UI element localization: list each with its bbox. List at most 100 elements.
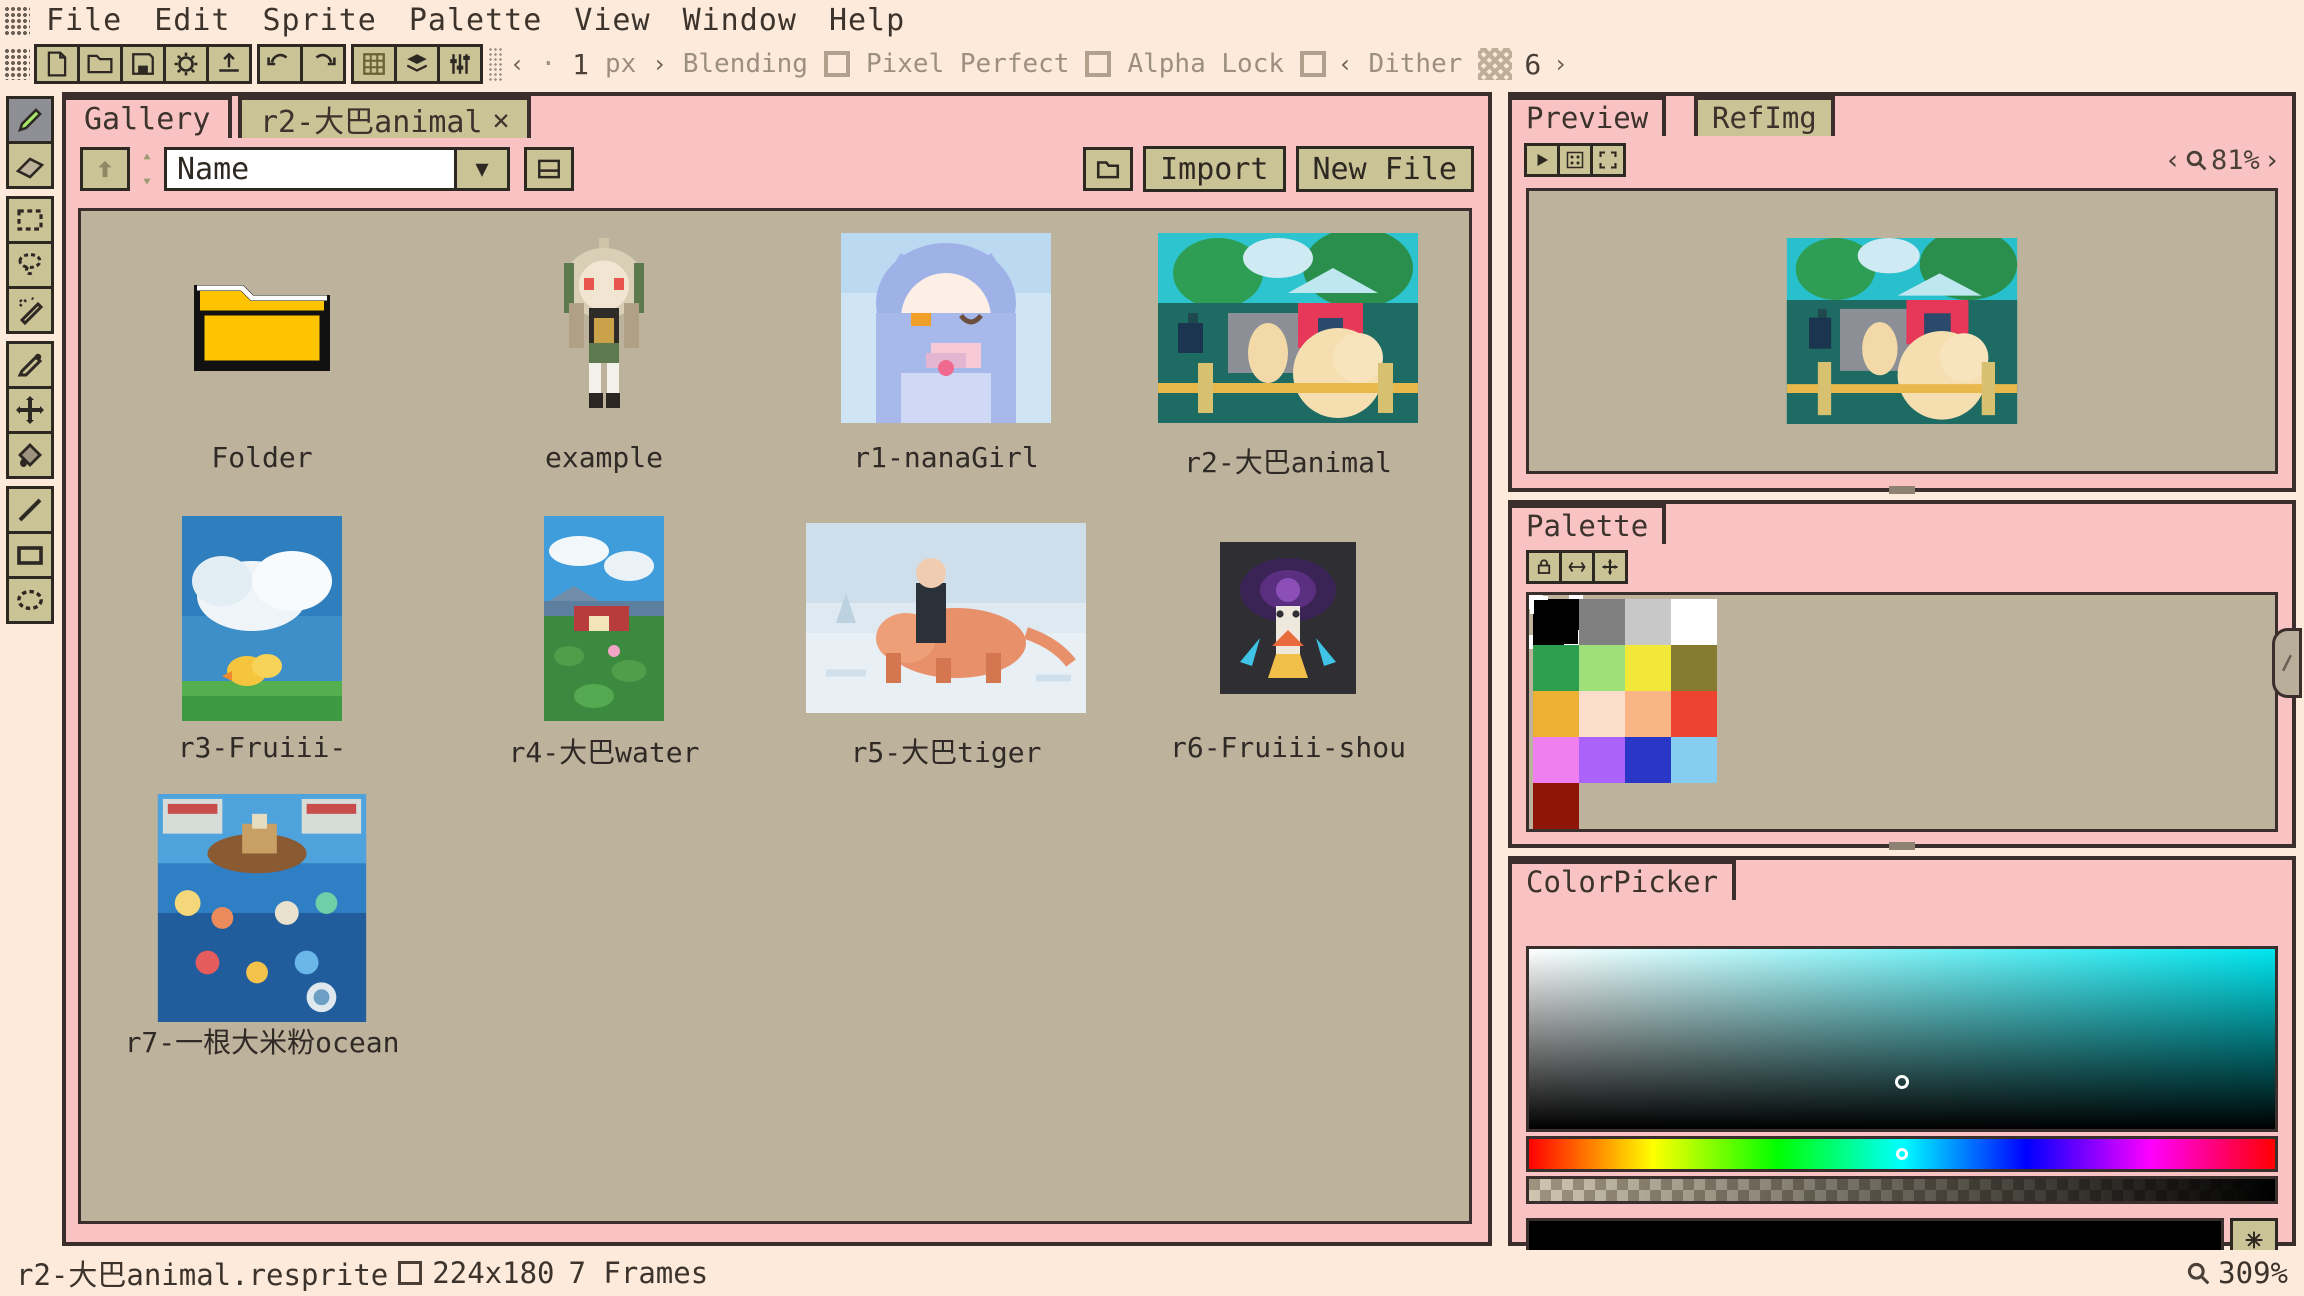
view-mode-button[interactable] — [524, 147, 574, 191]
menubar-grip[interactable] — [4, 6, 30, 36]
export-icon[interactable] — [206, 44, 252, 84]
lasso-select-tool[interactable] — [6, 241, 54, 289]
panel-collapse-handle[interactable] — [2272, 628, 2302, 698]
saturation-value-area[interactable] — [1526, 946, 2278, 1132]
adjust-sliders-icon[interactable] — [437, 44, 483, 84]
palette-swatch[interactable] — [1625, 599, 1671, 645]
palette-swatch[interactable] — [1579, 737, 1625, 783]
sort-palette-icon[interactable] — [1559, 550, 1595, 584]
list-item[interactable]: r2-大巴animal — [1117, 229, 1459, 519]
palette-swatch[interactable] — [1671, 691, 1717, 737]
tab-refimg[interactable]: RefImg — [1694, 96, 1835, 136]
rectangle-tool[interactable] — [6, 531, 54, 579]
grid-icon[interactable] — [351, 44, 397, 84]
eyedropper-tool[interactable] — [6, 341, 54, 389]
import-button[interactable]: Import — [1143, 146, 1286, 192]
menu-palette[interactable]: Palette — [393, 0, 558, 42]
play-icon[interactable] — [1524, 143, 1560, 177]
palette-swatch[interactable] — [1671, 645, 1717, 691]
tab-gallery[interactable]: Gallery — [62, 96, 233, 138]
dither-pattern-icon[interactable] — [1478, 48, 1513, 80]
list-item[interactable]: example — [433, 229, 775, 519]
new-file-button[interactable]: New File — [1295, 146, 1474, 192]
fit-screen-icon[interactable] — [1590, 143, 1626, 177]
folder-button[interactable] — [1083, 147, 1134, 191]
up-folder-button[interactable] — [80, 147, 130, 191]
dither-decrease[interactable]: ‹ — [1338, 50, 1352, 78]
palette-swatch[interactable] — [1579, 599, 1625, 645]
dither-increase[interactable]: › — [1553, 50, 1567, 78]
pencil-tool[interactable] — [6, 96, 54, 144]
open-file-icon[interactable] — [77, 44, 123, 84]
palette-swatch[interactable] — [1533, 691, 1579, 737]
bucket-fill-tool[interactable] — [6, 431, 54, 479]
palette-swatch[interactable] — [1533, 737, 1579, 783]
status-zoom[interactable]: 309% — [2186, 1256, 2288, 1290]
preview-resize-handle[interactable] — [1889, 486, 1915, 494]
tab-preview[interactable]: Preview — [1508, 96, 1667, 136]
redo-icon[interactable] — [300, 44, 346, 84]
palette-swatches[interactable] — [1529, 595, 2271, 829]
palette-swatch[interactable] — [1625, 737, 1671, 783]
preview-zoom-control[interactable]: ‹ 81% › — [2165, 145, 2280, 176]
list-item[interactable]: r1-nanaGirl — [775, 229, 1117, 519]
sort-dropdown-button[interactable]: ▼ — [454, 147, 510, 191]
settings-gear-icon[interactable] — [163, 44, 209, 84]
brush-size-increase[interactable]: › — [652, 50, 666, 78]
brush-size-value[interactable]: 1 — [572, 48, 589, 81]
menu-file[interactable]: File — [30, 0, 138, 42]
undo-icon[interactable] — [257, 44, 303, 84]
ellipse-tool[interactable] — [6, 576, 54, 624]
hue-slider[interactable] — [1526, 1136, 2278, 1172]
menu-window[interactable]: Window — [667, 0, 813, 42]
palette-swatch[interactable] — [1533, 783, 1579, 829]
menu-sprite[interactable]: Sprite — [247, 0, 393, 42]
hue-cursor[interactable] — [1896, 1148, 1908, 1160]
gallery-grid[interactable]: Folder example r1-nanaGirl r2-大巴animal r… — [78, 208, 1472, 1224]
rect-select-tool[interactable] — [6, 196, 54, 244]
sort-field-input[interactable]: Name — [164, 147, 454, 191]
palette-swatch[interactable] — [1625, 645, 1671, 691]
toolbar-options-grip[interactable] — [488, 47, 504, 81]
palette-resize-handle[interactable] — [1889, 842, 1915, 850]
edit-palette-icon[interactable] — [1592, 550, 1628, 584]
move-tool[interactable] — [6, 386, 54, 434]
lock-palette-icon[interactable] — [1526, 550, 1562, 584]
list-item[interactable]: r4-大巴water — [433, 515, 775, 809]
palette-swatch-area[interactable] — [1526, 592, 2278, 832]
menu-view[interactable]: View — [558, 0, 666, 42]
palette-swatch[interactable] — [1671, 737, 1717, 783]
palette-swatch[interactable] — [1671, 599, 1717, 645]
save-file-icon[interactable] — [120, 44, 166, 84]
list-item[interactable]: r5-大巴tiger — [775, 519, 1117, 809]
list-item[interactable]: r7-一根大米粉ocean — [91, 794, 433, 1099]
preview-canvas[interactable] — [1526, 188, 2278, 474]
zoom-next-arrow[interactable]: › — [2264, 145, 2280, 176]
line-tool[interactable] — [6, 486, 54, 534]
palette-swatch[interactable] — [1533, 645, 1579, 691]
tab-palette[interactable]: Palette — [1508, 504, 1667, 544]
menu-help[interactable]: Help — [813, 0, 921, 42]
sort-direction-toggle[interactable] — [136, 147, 158, 191]
palette-swatch[interactable] — [1625, 691, 1671, 737]
blending-checkbox[interactable] — [823, 51, 850, 77]
tab-colorpicker[interactable]: ColorPicker — [1508, 860, 1737, 900]
palette-swatch[interactable] — [1579, 645, 1625, 691]
onion-skin-icon[interactable] — [1557, 143, 1593, 177]
zoom-prev-arrow[interactable]: ‹ — [2165, 145, 2181, 176]
toolbar-grip[interactable] — [4, 48, 30, 80]
palette-swatch[interactable] — [1579, 691, 1625, 737]
eraser-tool[interactable] — [6, 141, 54, 189]
tab-r2-animal[interactable]: r2-大巴animal ✕ — [238, 96, 532, 140]
pixel-perfect-checkbox[interactable] — [1085, 51, 1112, 77]
close-icon[interactable]: ✕ — [493, 103, 510, 136]
sv-cursor[interactable] — [1895, 1075, 1909, 1090]
menu-edit[interactable]: Edit — [138, 0, 246, 42]
palette-swatch[interactable] — [1529, 595, 1583, 649]
layers-icon[interactable] — [394, 44, 440, 84]
magic-wand-tool[interactable] — [6, 286, 54, 334]
alpha-lock-checkbox[interactable] — [1300, 51, 1327, 77]
list-item[interactable]: Folder — [91, 229, 433, 519]
list-item[interactable]: r6-Fruiii-shou — [1117, 519, 1459, 809]
new-file-icon[interactable] — [34, 44, 80, 84]
